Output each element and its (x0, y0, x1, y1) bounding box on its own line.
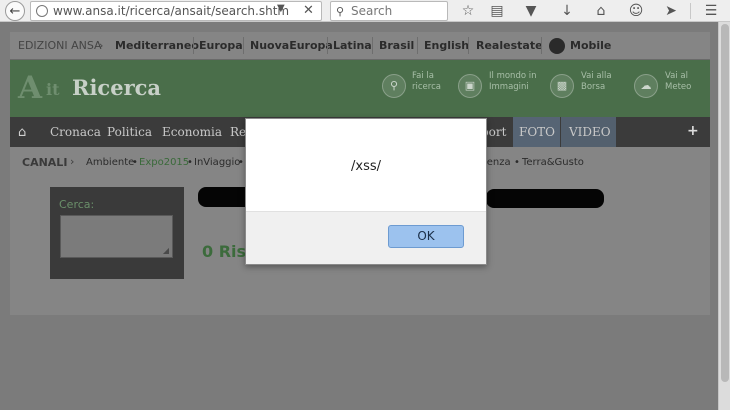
header-link-line: ricerca (412, 82, 441, 92)
dropdown-arrow-icon[interactable]: ▼ (277, 3, 285, 14)
reading-list-icon[interactable]: ▤ (488, 2, 506, 20)
divider (541, 37, 542, 54)
divider (243, 37, 244, 54)
images-icon[interactable]: ▣ (458, 74, 482, 98)
channel-link[interactable]: Expo2015 (139, 157, 189, 168)
search-placeholder: Search (351, 4, 393, 18)
search-label: Cerca: (59, 198, 95, 211)
edition-link[interactable]: Mediterraneo (115, 39, 199, 52)
chevron-right-icon: › (99, 39, 104, 52)
bullet-icon: • (187, 157, 193, 168)
share-icon[interactable]: ➤ (662, 2, 680, 20)
search-icon[interactable]: ⚲ (382, 74, 406, 98)
edition-link[interactable]: Brasil (379, 39, 414, 52)
header-link-images[interactable]: Il mondo in Immagini (489, 71, 537, 93)
back-arrow-icon[interactable]: ← (5, 1, 25, 21)
site-header: A it Ricerca ⚲ Fai la ricerca ▣ Il mondo… (10, 60, 710, 117)
browser-toolbar: ← www.ansa.it/ricerca/ansait/search.shtm… (0, 0, 730, 22)
vertical-scrollbar[interactable] (718, 22, 730, 410)
url-text: www.ansa.it/ricerca/ansait/search.shtm (53, 4, 290, 18)
url-bar[interactable]: www.ansa.it/ricerca/ansait/search.shtm ▼… (30, 1, 322, 21)
close-icon[interactable]: ✕ (303, 3, 314, 18)
edition-label: EDIZIONI ANSA (18, 39, 102, 52)
header-link-meteo[interactable]: Vai al Meteo (665, 71, 691, 93)
divider (193, 37, 194, 54)
chat-icon[interactable]: ☺ (627, 2, 645, 20)
hamburger-menu-icon[interactable]: ☰ (702, 2, 720, 20)
bullet-icon: • (514, 157, 520, 168)
edition-bar: EDIZIONI ANSA › Mediterraneo Europa Nuov… (10, 32, 710, 60)
dialog-message: /xss/ (351, 159, 381, 174)
header-link-line: Vai alla (581, 71, 612, 81)
toolbar-divider (690, 3, 691, 19)
mobile-icon[interactable] (549, 38, 565, 54)
channel-link[interactable]: ienza (484, 157, 511, 168)
alert-dialog: /xss/ OK (245, 118, 487, 265)
logo-suffix: it (46, 80, 60, 99)
channel-link[interactable]: Terra&Gusto (522, 157, 584, 168)
home-icon[interactable]: ⌂ (18, 125, 26, 140)
pocket-icon[interactable]: ▼ (522, 2, 540, 20)
search-icon: ⚲ (336, 5, 345, 18)
header-link-line: Borsa (581, 82, 606, 92)
divider (372, 37, 373, 54)
nav-item[interactable]: Cronaca (50, 125, 101, 139)
home-icon[interactable]: ⌂ (592, 2, 610, 20)
nav-item[interactable]: FOTO (519, 125, 555, 139)
search-bar[interactable]: ⚲ Search (330, 1, 448, 21)
stock-chart-icon[interactable]: ▩ (550, 74, 574, 98)
redaction-mark (486, 189, 604, 208)
bookmark-star-icon[interactable]: ☆ (459, 2, 477, 20)
edition-link[interactable]: Latina (333, 39, 372, 52)
header-link-line: Meteo (665, 82, 692, 92)
edition-link[interactable]: Europa (199, 39, 243, 52)
plus-icon[interactable]: + (687, 123, 699, 139)
ok-button[interactable]: OK (388, 225, 464, 248)
nav-item[interactable]: Economia (162, 125, 222, 139)
header-link-search[interactable]: Fai la ricerca (412, 71, 441, 93)
header-link-line: Il mondo in (489, 71, 537, 81)
scrollbar-thumb[interactable] (721, 24, 729, 382)
edition-link[interactable]: English (424, 39, 469, 52)
channels-label: CANALI (22, 156, 68, 169)
divider (327, 37, 328, 54)
download-icon[interactable]: ↓ (558, 2, 576, 20)
edition-link[interactable]: NuovaEuropa (250, 39, 333, 52)
page-title: Ricerca (72, 75, 162, 100)
ansa-logo[interactable]: A (18, 70, 42, 106)
divider (468, 37, 469, 54)
dialog-footer: OK (246, 211, 486, 264)
nav-item[interactable]: Re (230, 125, 246, 139)
globe-icon (36, 5, 48, 17)
edition-link[interactable]: Mobile (570, 39, 611, 52)
chevron-right-icon: › (70, 155, 75, 168)
channel-link[interactable]: InViaggio (194, 157, 240, 168)
bullet-icon: • (238, 157, 244, 168)
resize-handle-icon[interactable]: ◢ (163, 246, 169, 255)
header-link-line: Fai la (412, 71, 434, 81)
nav-item[interactable]: Politica (107, 125, 152, 139)
header-link-borsa[interactable]: Vai alla Borsa (581, 71, 612, 93)
weather-icon[interactable]: ☁ (634, 74, 658, 98)
search-textarea[interactable]: ◢ (60, 215, 173, 258)
header-link-line: Vai al (665, 71, 688, 81)
edition-link[interactable]: Realestate (476, 39, 543, 52)
channel-link[interactable]: Ambiente (86, 157, 134, 168)
divider (417, 37, 418, 54)
nav-item[interactable]: VIDEO (569, 125, 611, 139)
header-link-line: Immagini (489, 82, 529, 92)
bullet-icon: • (132, 157, 138, 168)
search-panel: Cerca: ◢ (50, 187, 184, 279)
